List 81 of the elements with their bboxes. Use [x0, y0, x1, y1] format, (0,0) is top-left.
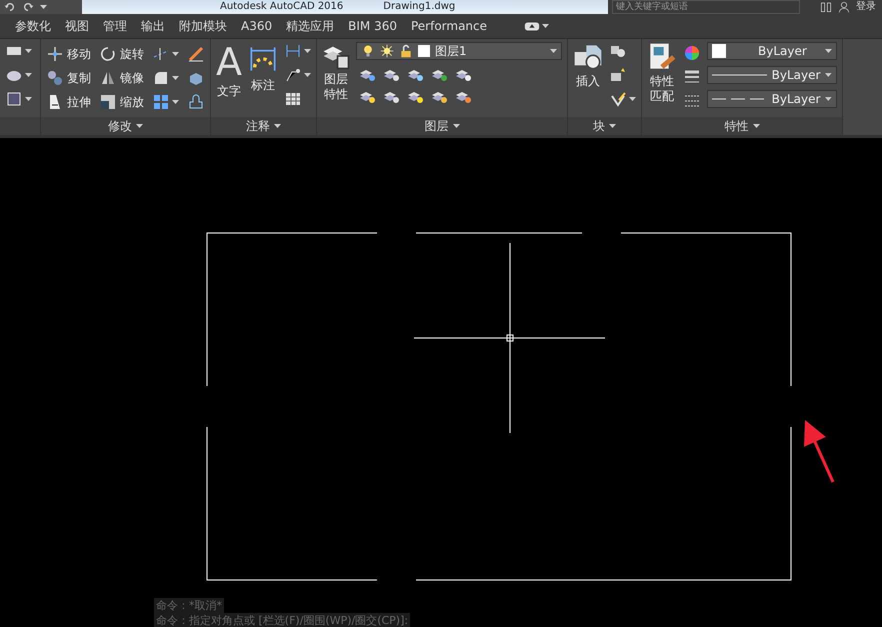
- color-swatch-icon: [712, 44, 726, 58]
- text-tool-icon[interactable]: A: [216, 42, 242, 82]
- caret-icon[interactable]: [25, 97, 32, 101]
- caret-icon[interactable]: [274, 124, 281, 128]
- color-swatch-icon: [418, 45, 430, 57]
- tool-button[interactable]: A 文字: [216, 42, 242, 99]
- scale-icon[interactable]: [99, 93, 117, 111]
- app-title: Autodesk AutoCAD 2016: [220, 0, 344, 14]
- caret-icon[interactable]: [550, 49, 557, 53]
- caret-icon[interactable]: [172, 52, 179, 56]
- tool-button[interactable]: 特性匹配: [647, 42, 677, 104]
- tool-button[interactable]: 镜像: [99, 69, 144, 87]
- attribute-icon[interactable]: [609, 90, 627, 108]
- ribbon-tab[interactable]: 附加模块: [172, 18, 234, 34]
- file-name: Drawing1.dwg: [383, 0, 456, 14]
- caret-icon[interactable]: [542, 24, 550, 28]
- panel-title[interactable]: 特性: [724, 118, 748, 134]
- trim-icon[interactable]: [152, 45, 170, 63]
- caret-icon[interactable]: [825, 97, 832, 101]
- property-dropdown[interactable]: ByLayer: [707, 42, 837, 60]
- undo-icon[interactable]: [4, 1, 16, 13]
- rotate-icon[interactable]: [99, 45, 117, 63]
- ribbon-tab[interactable]: 管理: [96, 18, 134, 34]
- padlock-icon[interactable]: [399, 44, 413, 58]
- caret-icon[interactable]: [825, 73, 832, 77]
- leader-icon[interactable]: [284, 66, 302, 84]
- ribbon-tab[interactable]: 视图: [58, 18, 96, 34]
- caret-icon[interactable]: [40, 5, 47, 9]
- ribbon-tab[interactable]: 输出: [134, 18, 172, 34]
- ribbon-tab[interactable]: 参数化: [8, 18, 58, 34]
- tool-button[interactable]: 旋转: [99, 45, 144, 63]
- property-dropdown[interactable]: ByLayer: [707, 90, 837, 108]
- tool-button[interactable]: 拉伸: [46, 93, 91, 111]
- caret-icon[interactable]: [752, 124, 760, 128]
- panel-title[interactable]: 修改: [108, 118, 132, 134]
- tool-button[interactable]: 图层特性: [322, 42, 350, 102]
- pencil-icon[interactable]: [187, 45, 205, 63]
- caret-icon[interactable]: [629, 97, 636, 101]
- ribbon-tab[interactable]: BIM 360: [341, 19, 404, 33]
- caret-icon[interactable]: [304, 73, 311, 77]
- caret-icon[interactable]: [136, 124, 143, 128]
- tool-button[interactable]: 复制: [46, 69, 91, 87]
- ribbon-tab[interactable]: A360: [234, 19, 280, 33]
- ribbon-tab[interactable]: 精选应用: [279, 18, 342, 34]
- lightbulb-icon[interactable]: [361, 44, 375, 58]
- caret-icon[interactable]: [172, 76, 179, 80]
- color-wheel-icon[interactable]: [683, 44, 701, 62]
- command-line-text: 命令：指定对角点或 [栏选(F)/圈围(WP)/圈交(CP)]:: [154, 613, 410, 627]
- block-edit-icon[interactable]: [609, 66, 627, 84]
- caret-icon[interactable]: [304, 49, 311, 53]
- panel-title[interactable]: 块: [593, 118, 605, 134]
- command-line-text: 命令：*取消*: [154, 598, 224, 613]
- array-icon[interactable]: [152, 93, 170, 111]
- caret-icon[interactable]: [25, 73, 32, 77]
- caret-icon[interactable]: [825, 49, 832, 53]
- ribbon-tab[interactable]: Performance: [404, 19, 494, 33]
- caret-icon[interactable]: [172, 100, 179, 104]
- fillet-icon[interactable]: [152, 69, 170, 87]
- sun-icon[interactable]: [380, 44, 394, 58]
- table-icon[interactable]: [284, 90, 302, 108]
- panel-title[interactable]: 图层: [424, 118, 448, 134]
- user-icon[interactable]: [838, 1, 850, 13]
- tool-button[interactable]: 标注: [248, 42, 278, 93]
- caret-icon[interactable]: [25, 49, 32, 53]
- copy-icon[interactable]: [46, 69, 64, 87]
- dashed-line-icon: [712, 97, 767, 101]
- tool-button[interactable]: 移动: [46, 45, 91, 63]
- redo-icon[interactable]: [22, 1, 34, 13]
- offset-icon[interactable]: [187, 93, 205, 111]
- search-field[interactable]: 键入关键字或短语: [612, 0, 800, 14]
- tool-button[interactable]: 插入: [573, 42, 603, 89]
- property-dropdown[interactable]: ByLayer: [707, 66, 837, 84]
- move-icon[interactable]: [46, 45, 64, 63]
- linear-dimension-icon[interactable]: [284, 42, 302, 60]
- solid-line-icon: [712, 73, 767, 77]
- caret-icon[interactable]: [452, 124, 460, 128]
- caret-icon[interactable]: [609, 124, 616, 128]
- arrow-drawing: [804, 420, 834, 483]
- layer-dropdown[interactable]: 图层1: [356, 42, 562, 60]
- login-link[interactable]: 登录: [856, 0, 876, 14]
- tool-button[interactable]: 缩放: [99, 93, 144, 111]
